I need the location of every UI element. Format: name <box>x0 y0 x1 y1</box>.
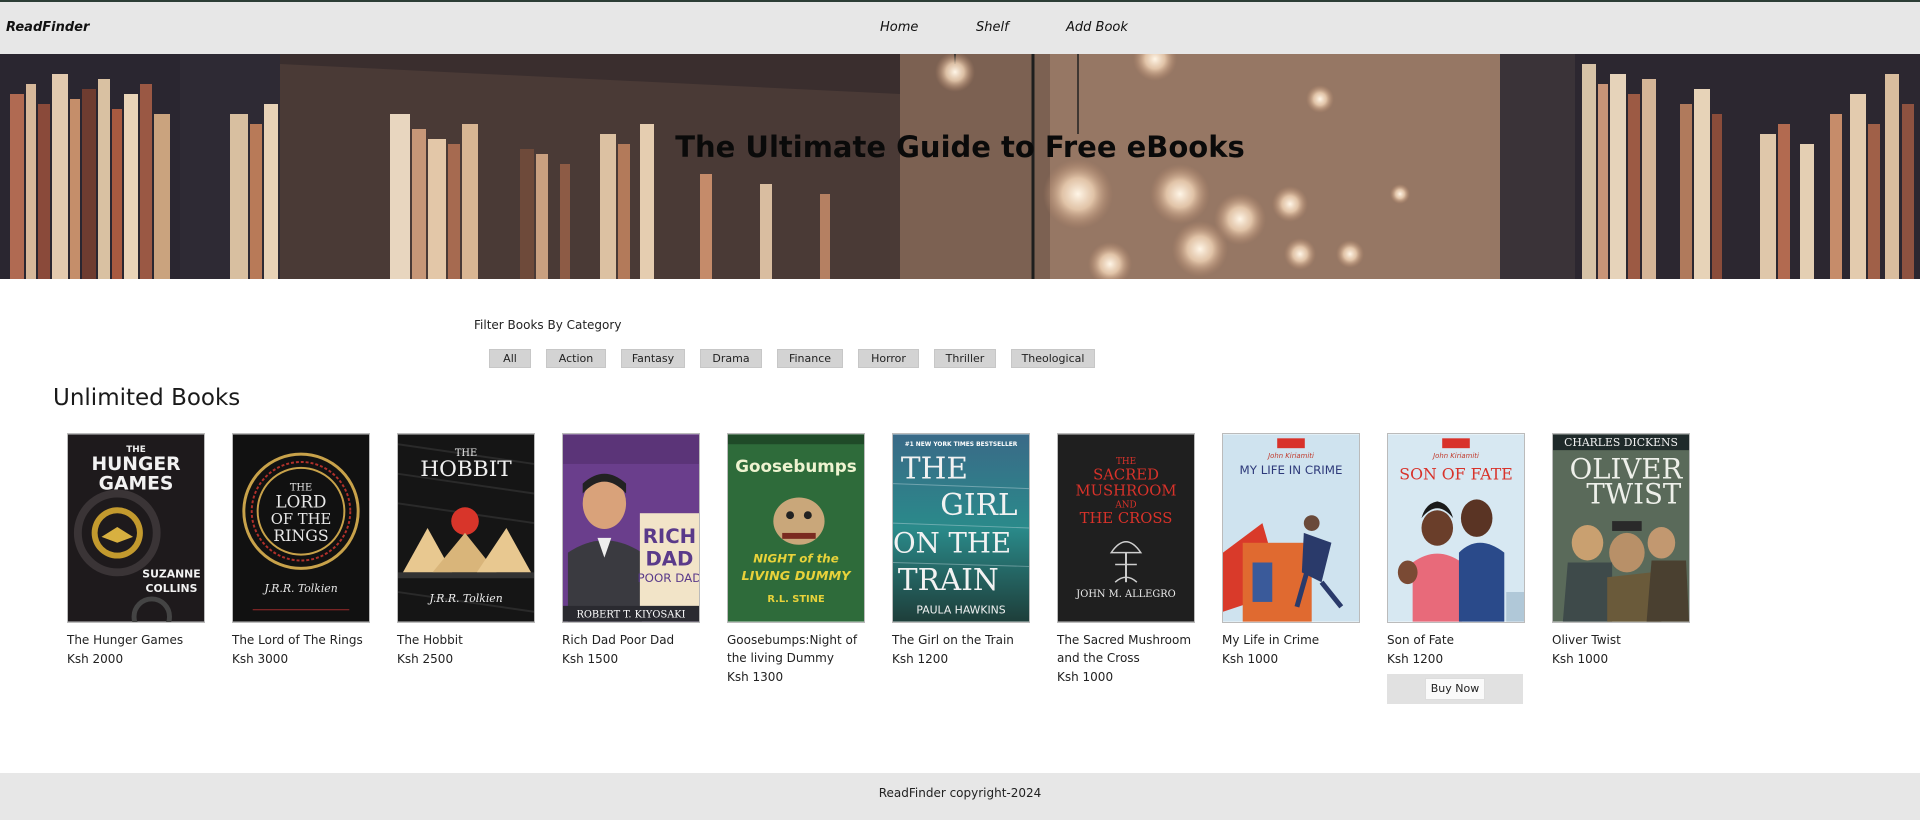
svg-text:SUZANNE: SUZANNE <box>142 567 200 580</box>
book-price: Ksh 1000 <box>1057 670 1114 684</box>
svg-text:J.R.R. Tolkien: J.R.R. Tolkien <box>427 592 502 605</box>
book-title: The Sacred Mushroom and the Cross <box>1057 633 1192 665</box>
book-title: The Hunger Games <box>67 633 184 647</box>
svg-text:THE: THE <box>1116 457 1136 467</box>
nav-link-add-book[interactable]: Add Book <box>1066 20 1128 35</box>
nav-link-shelf[interactable]: Shelf <box>976 20 1009 35</box>
book-cover-goosebumps[interactable]: Goosebumps NIGHT of the LIVING DUMMY R.L… <box>727 433 865 623</box>
book-price: Ksh 1000 <box>1222 652 1279 666</box>
svg-text:JOHN M. ALLEGRO: JOHN M. ALLEGRO <box>1075 589 1175 600</box>
svg-text:John Kiriamiti: John Kiriamiti <box>1431 452 1479 460</box>
book-card[interactable]: RICH DAD POOR DAD ROBERT T. KIYOSAKI Ric… <box>562 433 700 666</box>
book-card[interactable]: John Kiriamiti SON OF FATE Son of Fate K… <box>1387 433 1525 666</box>
book-card[interactable]: Goosebumps NIGHT of the LIVING DUMMY R.L… <box>727 433 865 684</box>
filter-button-horror[interactable]: Horror <box>858 349 919 368</box>
svg-text:RINGS: RINGS <box>273 526 328 545</box>
book-title: Goosebumps:Night of the living Dummy <box>727 633 858 665</box>
svg-text:HOBBIT: HOBBIT <box>420 457 512 482</box>
footer-copyright: ReadFinder copyright-2024 <box>878 786 1042 800</box>
book-title: The Hobbit <box>397 633 463 647</box>
svg-text:TRAIN: TRAIN <box>898 563 999 597</box>
book-title: Rich Dad Poor Dad <box>562 633 675 647</box>
svg-text:SON OF FATE: SON OF FATE <box>1399 465 1512 484</box>
svg-text:COLLINS: COLLINS <box>146 582 198 595</box>
book-card[interactable]: John Kiriamiti MY LIFE IN CRIME My Life … <box>1222 433 1360 666</box>
svg-text:#1 NEW YORK TIMES BESTSELLER: #1 NEW YORK TIMES BESTSELLER <box>905 442 1018 448</box>
filter-button-finance[interactable]: Finance <box>777 349 843 368</box>
book-cover-son-of-fate[interactable]: John Kiriamiti SON OF FATE <box>1387 433 1525 623</box>
svg-text:RICH: RICH <box>643 525 696 548</box>
book-price: Ksh 2000 <box>67 652 124 666</box>
svg-text:J.R.R. Tolkien: J.R.R. Tolkien <box>262 582 337 595</box>
book-price: Ksh 1500 <box>562 652 619 666</box>
book-card[interactable]: #1 NEW YORK TIMES BESTSELLER THE GIRL ON… <box>892 433 1030 666</box>
svg-text:DAD: DAD <box>645 547 693 570</box>
book-price: Ksh 1300 <box>727 670 784 684</box>
book-cover-rich-dad-poor-dad[interactable]: RICH DAD POOR DAD ROBERT T. KIYOSAKI <box>562 433 700 623</box>
svg-text:GIRL: GIRL <box>940 488 1017 522</box>
buy-now-bar: Buy Now <box>1387 674 1523 704</box>
book-price: Ksh 1200 <box>892 652 949 666</box>
navbar: ReadFinder Home Shelf Add Book <box>0 2 1920 54</box>
svg-text:POOR DAD: POOR DAD <box>638 571 700 585</box>
nav-link-home[interactable]: Home <box>880 20 918 35</box>
svg-text:HUNGER: HUNGER <box>91 454 181 475</box>
book-card[interactable]: THE HOBBIT J.R.R. Tolkien The Hobbit Ksh… <box>397 433 535 666</box>
svg-text:PAULA HAWKINS: PAULA HAWKINS <box>916 604 1005 617</box>
book-price: Ksh 1200 <box>1387 652 1444 666</box>
book-price: Ksh 1000 <box>1552 652 1609 666</box>
book-title: Son of Fate <box>1387 633 1455 647</box>
book-title: The Lord of The Rings <box>232 633 363 647</box>
filter-button-thriller[interactable]: Thriller <box>934 349 996 368</box>
svg-text:Goosebumps: Goosebumps <box>735 456 856 476</box>
section-title: Unlimited Books <box>53 385 241 411</box>
buy-now-button[interactable]: Buy Now <box>1425 678 1485 700</box>
svg-text:CHARLES DICKENS: CHARLES DICKENS <box>1564 436 1678 449</box>
brand-logo[interactable]: ReadFinder <box>6 20 89 35</box>
book-title: My Life in Crime <box>1222 633 1320 647</box>
svg-text:LIVING DUMMY: LIVING DUMMY <box>742 569 853 584</box>
book-card[interactable]: CHARLES DICKENS OLIVER TWIST Oliver Twis… <box>1552 433 1690 666</box>
hero-banner: The Ultimate Guide to Free eBooks <box>0 54 1920 279</box>
book-cover-the-hobbit[interactable]: THE HOBBIT J.R.R. Tolkien <box>397 433 535 623</box>
filter-button-drama[interactable]: Drama <box>700 349 762 368</box>
filter-label: Filter Books By Category <box>474 318 622 332</box>
svg-text:R.L. STINE: R.L. STINE <box>767 594 824 605</box>
filter-button-all[interactable]: All <box>489 349 531 368</box>
footer: ReadFinder copyright-2024 <box>0 773 1920 820</box>
svg-text:NIGHT of the: NIGHT of the <box>753 551 838 565</box>
svg-text:SACRED: SACRED <box>1093 467 1159 484</box>
book-cover-my-life-in-crime[interactable]: John Kiriamiti MY LIFE IN CRIME <box>1222 433 1360 623</box>
filter-button-action[interactable]: Action <box>546 349 606 368</box>
book-title: Oliver Twist <box>1552 633 1621 647</box>
book-card[interactable]: THE SACRED MUSHROOM AND THE CROSS JOHN M… <box>1057 433 1195 684</box>
library-background-image <box>0 54 1920 279</box>
svg-text:THE: THE <box>901 452 968 486</box>
book-price: Ksh 3000 <box>232 652 289 666</box>
svg-text:MUSHROOM: MUSHROOM <box>1075 482 1176 499</box>
svg-text:GAMES: GAMES <box>99 474 174 495</box>
book-price: Ksh 2500 <box>397 652 454 666</box>
filter-button-fantasy[interactable]: Fantasy <box>621 349 685 368</box>
svg-text:LORD: LORD <box>276 491 327 511</box>
svg-text:ROBERT T. KIYOSAKI: ROBERT T. KIYOSAKI <box>576 610 685 621</box>
book-card[interactable]: THE LORD OF THE RINGS J.R.R. Tolkien The… <box>232 433 370 666</box>
svg-text:John Kiriamiti: John Kiriamiti <box>1266 452 1314 460</box>
svg-text:MY LIFE IN CRIME: MY LIFE IN CRIME <box>1240 463 1343 477</box>
book-cover-sacred-mushroom[interactable]: THE SACRED MUSHROOM AND THE CROSS JOHN M… <box>1057 433 1195 623</box>
book-cover-oliver-twist[interactable]: CHARLES DICKENS OLIVER TWIST <box>1552 433 1690 623</box>
filter-button-theological[interactable]: Theological <box>1011 349 1095 368</box>
svg-text:ON THE: ON THE <box>893 527 1011 560</box>
svg-text:TWIST: TWIST <box>1586 477 1682 510</box>
hero-title: The Ultimate Guide to Free eBooks <box>675 130 1245 164</box>
svg-text:AND: AND <box>1114 500 1136 510</box>
svg-text:THE CROSS: THE CROSS <box>1080 510 1173 527</box>
book-cover-lord-of-the-rings[interactable]: THE LORD OF THE RINGS J.R.R. Tolkien <box>232 433 370 623</box>
book-cover-girl-on-the-train[interactable]: #1 NEW YORK TIMES BESTSELLER THE GIRL ON… <box>892 433 1030 623</box>
book-cover-hunger-games[interactable]: THE HUNGER GAMES SUZANNE COLLINS <box>67 433 205 623</box>
book-card[interactable]: THE HUNGER GAMES SUZANNE COLLINS The Hun… <box>67 433 205 666</box>
book-title: The Girl on the Train <box>892 633 1014 647</box>
